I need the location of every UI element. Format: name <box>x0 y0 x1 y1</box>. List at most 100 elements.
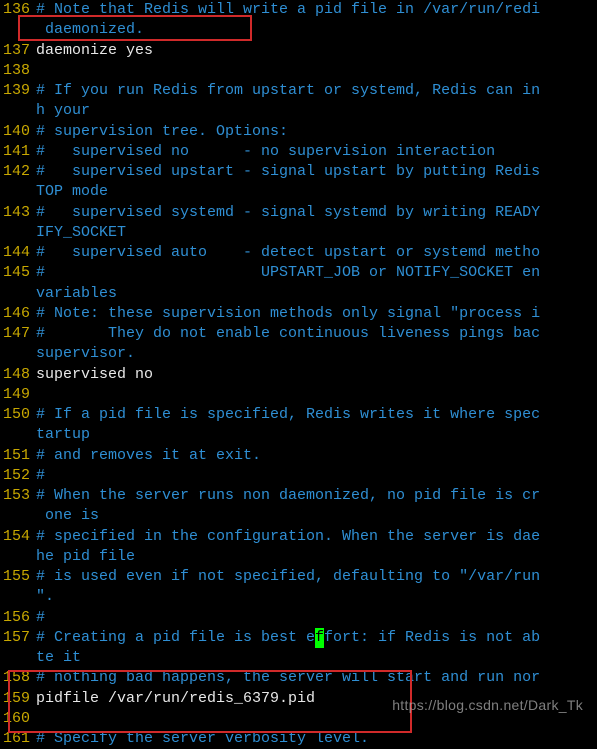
code-line[interactable]: he pid file <box>0 547 597 567</box>
line-number <box>0 425 36 445</box>
line-number: 144 <box>0 243 36 263</box>
line-content[interactable]: # If a pid file is specified, Redis writ… <box>36 405 597 425</box>
line-number: 139 <box>0 81 36 101</box>
line-content[interactable]: # supervision tree. Options: <box>36 122 597 142</box>
code-line[interactable]: h your <box>0 101 597 121</box>
code-line[interactable]: 137daemonize yes <box>0 41 597 61</box>
code-line[interactable]: 153# When the server runs non daemonized… <box>0 486 597 506</box>
line-number: 152 <box>0 466 36 486</box>
line-content[interactable]: # Note: these supervision methods only s… <box>36 304 597 324</box>
line-content[interactable]: he pid file <box>36 547 597 567</box>
line-number: 137 <box>0 41 36 61</box>
code-line[interactable]: 146# Note: these supervision methods onl… <box>0 304 597 324</box>
line-number: 153 <box>0 486 36 506</box>
code-line[interactable]: 154# specified in the configuration. Whe… <box>0 527 597 547</box>
code-line[interactable]: 158# nothing bad happens, the server wil… <box>0 668 597 688</box>
code-line[interactable]: 144# supervised auto - detect upstart or… <box>0 243 597 263</box>
line-number: 142 <box>0 162 36 182</box>
line-content[interactable]: TOP mode <box>36 182 597 202</box>
line-content[interactable]: # <box>36 466 597 486</box>
line-content[interactable]: # When the server runs non daemonized, n… <box>36 486 597 506</box>
line-content[interactable]: # Creating a pid file is best effort: if… <box>36 628 597 648</box>
code-line[interactable]: 152# <box>0 466 597 486</box>
watermark-text: https://blog.csdn.net/Dark_Tk <box>392 696 583 715</box>
line-content[interactable]: # <box>36 608 597 628</box>
code-line[interactable]: 156# <box>0 608 597 628</box>
code-line[interactable]: variables <box>0 284 597 304</box>
code-line[interactable]: tartup <box>0 425 597 445</box>
code-line[interactable]: 155# is used even if not specified, defa… <box>0 567 597 587</box>
code-line[interactable]: 142# supervised upstart - signal upstart… <box>0 162 597 182</box>
line-content[interactable]: # supervised no - no supervision interac… <box>36 142 597 162</box>
line-content[interactable]: # and removes it at exit. <box>36 446 597 466</box>
line-number: 154 <box>0 527 36 547</box>
line-number: 140 <box>0 122 36 142</box>
line-number: 138 <box>0 61 36 81</box>
line-content[interactable]: te it <box>36 648 597 668</box>
line-number: 157 <box>0 628 36 648</box>
line-number <box>0 506 36 526</box>
line-content[interactable] <box>36 61 597 81</box>
code-line[interactable]: daemonized. <box>0 20 597 40</box>
line-content[interactable]: ". <box>36 587 597 607</box>
line-content[interactable]: # supervised systemd - signal systemd by… <box>36 203 597 223</box>
line-content[interactable]: # They do not enable continuous liveness… <box>36 324 597 344</box>
line-number: 136 <box>0 0 36 20</box>
code-editor[interactable]: 136# Note that Redis will write a pid fi… <box>0 0 597 749</box>
code-line[interactable]: TOP mode <box>0 182 597 202</box>
code-line[interactable]: 138 <box>0 61 597 81</box>
code-line[interactable]: 141# supervised no - no supervision inte… <box>0 142 597 162</box>
line-content[interactable]: # If you run Redis from upstart or syste… <box>36 81 597 101</box>
line-content[interactable]: supervisor. <box>36 344 597 364</box>
line-content[interactable]: IFY_SOCKET <box>36 223 597 243</box>
line-content[interactable]: # Specify the server verbosity level. <box>36 729 597 749</box>
code-line[interactable]: 139# If you run Redis from upstart or sy… <box>0 81 597 101</box>
line-content[interactable]: h your <box>36 101 597 121</box>
line-content[interactable]: # nothing bad happens, the server will s… <box>36 668 597 688</box>
code-line[interactable]: ". <box>0 587 597 607</box>
line-number: 156 <box>0 608 36 628</box>
line-content[interactable]: # Note that Redis will write a pid file … <box>36 0 597 20</box>
line-number <box>0 547 36 567</box>
line-number: 143 <box>0 203 36 223</box>
code-line[interactable]: 143# supervised systemd - signal systemd… <box>0 203 597 223</box>
line-content[interactable]: # supervised auto - detect upstart or sy… <box>36 243 597 263</box>
line-content[interactable]: one is <box>36 506 597 526</box>
line-number <box>0 344 36 364</box>
line-number: 150 <box>0 405 36 425</box>
code-line[interactable]: 150# If a pid file is specified, Redis w… <box>0 405 597 425</box>
code-line[interactable]: 136# Note that Redis will write a pid fi… <box>0 0 597 20</box>
line-number: 159 <box>0 689 36 709</box>
line-content[interactable]: # UPSTART_JOB or NOTIFY_SOCKET en <box>36 263 597 283</box>
line-content[interactable]: supervised no <box>36 365 597 385</box>
line-content[interactable] <box>36 385 597 405</box>
code-line[interactable]: 157# Creating a pid file is best effort:… <box>0 628 597 648</box>
text-cursor: f <box>315 628 324 648</box>
line-content[interactable]: # is used even if not specified, default… <box>36 567 597 587</box>
line-number <box>0 284 36 304</box>
line-number: 146 <box>0 304 36 324</box>
line-content[interactable]: daemonized. <box>36 20 597 40</box>
line-number <box>0 648 36 668</box>
line-number <box>0 20 36 40</box>
line-content[interactable]: # specified in the configuration. When t… <box>36 527 597 547</box>
code-line[interactable]: 149 <box>0 385 597 405</box>
code-line[interactable]: IFY_SOCKET <box>0 223 597 243</box>
code-line[interactable]: 140# supervision tree. Options: <box>0 122 597 142</box>
line-content[interactable]: tartup <box>36 425 597 445</box>
code-line[interactable]: 147# They do not enable continuous liven… <box>0 324 597 344</box>
code-line[interactable]: 161# Specify the server verbosity level. <box>0 729 597 749</box>
line-number: 147 <box>0 324 36 344</box>
line-content[interactable]: variables <box>36 284 597 304</box>
line-content[interactable]: daemonize yes <box>36 41 597 61</box>
code-line[interactable]: 145# UPSTART_JOB or NOTIFY_SOCKET en <box>0 263 597 283</box>
code-line[interactable]: 151# and removes it at exit. <box>0 446 597 466</box>
line-number <box>0 182 36 202</box>
line-number: 161 <box>0 729 36 749</box>
code-line[interactable]: one is <box>0 506 597 526</box>
code-line[interactable]: supervisor. <box>0 344 597 364</box>
code-line[interactable]: 148supervised no <box>0 365 597 385</box>
line-number <box>0 587 36 607</box>
code-line[interactable]: te it <box>0 648 597 668</box>
line-content[interactable]: # supervised upstart - signal upstart by… <box>36 162 597 182</box>
